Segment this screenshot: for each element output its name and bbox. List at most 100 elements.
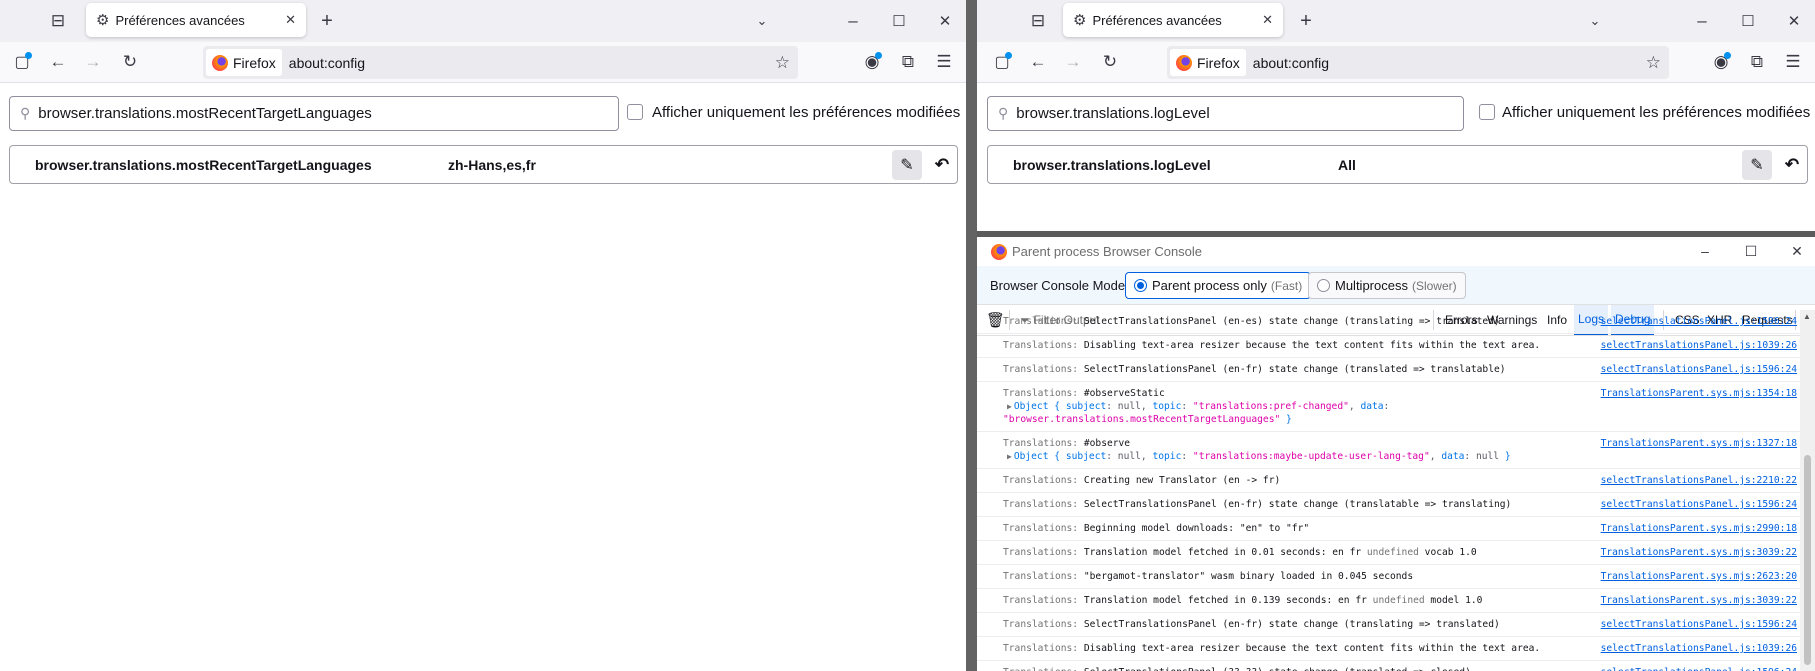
log-prefix: Translations: (1003, 364, 1079, 375)
log-row: Translations: SelectTranslationsPanel (e… (977, 310, 1800, 334)
bookmark-star-icon[interactable]: ☆ (1646, 53, 1661, 73)
log-source-link[interactable]: selectTranslationsPanel.js:2210:22 (1601, 474, 1797, 487)
object-token: , (1348, 401, 1361, 412)
log-source-link[interactable]: TranslationsParent.sys.mjs:1354:18 (1601, 387, 1797, 400)
tab-preferences[interactable]: ⚙ Préférences avancées ✕ (86, 3, 306, 37)
modified-only-label[interactable]: Afficher uniquement les préférences modi… (1502, 104, 1810, 121)
identity-chip[interactable]: Firefox (1170, 49, 1246, 76)
log-row: Translations: Translation model fetched … (977, 589, 1800, 613)
log-source-link[interactable]: selectTranslationsPanel.js:1039:26 (1601, 339, 1797, 352)
object-preview-line: "browser.translations.mostRecentTargetLa… (1003, 413, 1800, 426)
minimize-icon[interactable]: – (1693, 239, 1717, 263)
bookmark-star-icon[interactable]: ☆ (775, 53, 790, 73)
modified-only-label[interactable]: Afficher uniquement les préférences modi… (652, 104, 960, 121)
new-tab-icon[interactable]: + (315, 9, 339, 33)
tab-bar: ⊟ ⚙ Préférences avancées ✕ + ⌄ – ☐ ✕ (0, 0, 966, 42)
mode-parent-process-radio[interactable]: Parent process only (Fast) (1125, 272, 1312, 299)
log-source-link[interactable]: TranslationsParent.sys.mjs:2990:18 (1601, 522, 1797, 535)
maximize-icon[interactable]: ☐ (887, 9, 911, 33)
tab-tray-icon[interactable]: ⊟ (1026, 9, 1050, 33)
menu-icon[interactable]: ☰ (932, 50, 956, 74)
object-token: : null, (1106, 451, 1153, 462)
forward-icon: → (84, 52, 102, 71)
back-icon[interactable]: ← (46, 50, 70, 74)
log-source-link[interactable]: selectTranslationsPanel.js:1596:24 (1601, 618, 1797, 631)
log-scrollbar[interactable]: ▲ (1800, 310, 1815, 671)
modified-only-checkbox[interactable] (1479, 104, 1495, 120)
tab-tray-icon[interactable]: ⊟ (46, 9, 70, 33)
close-window-icon[interactable]: ✕ (1782, 9, 1806, 33)
tab-preferences[interactable]: ⚙ Préférences avancées ✕ (1063, 3, 1283, 37)
firefox-logo-icon (212, 54, 228, 71)
minimize-icon[interactable]: – (841, 9, 865, 33)
chevron-down-icon[interactable]: ⌄ (1583, 9, 1607, 33)
log-source-link[interactable]: TranslationsParent.sys.mjs:2623:20 (1601, 570, 1797, 583)
minimize-icon[interactable]: – (1690, 9, 1714, 33)
extensions-icon[interactable]: ⧉ (1745, 50, 1769, 74)
url-bar[interactable]: Firefox about:config ☆ (1167, 46, 1669, 79)
scrollbar-thumb[interactable] (1804, 455, 1811, 665)
account-icon[interactable]: ◉ (860, 50, 884, 74)
object-token: : (1181, 401, 1193, 412)
menu-icon[interactable]: ☰ (1781, 50, 1805, 74)
log-source-link[interactable]: TranslationsParent.sys.mjs:1327:18 (1601, 437, 1797, 450)
log-row: Translations: Disabling text-area resize… (977, 334, 1800, 358)
edit-pencil-icon[interactable]: ✎ (892, 150, 922, 180)
close-tab-icon[interactable]: ✕ (285, 12, 296, 28)
reset-undo-icon[interactable]: ↶ (927, 150, 957, 180)
log-source-link[interactable]: TranslationsParent.sys.mjs:3039:22 (1601, 546, 1797, 559)
url-text[interactable]: about:config (289, 55, 365, 71)
log-source-link[interactable]: selectTranslationsPanel.js:1039:26 (1601, 642, 1797, 655)
object-token: : (1181, 451, 1193, 462)
object-token: , (1429, 451, 1442, 462)
maximize-icon[interactable]: ☐ (1736, 9, 1760, 33)
log-row: Translations: SelectTranslationsPanel (e… (977, 613, 1800, 637)
log-message: SelectTranslationsPanel (??-??) state ch… (1084, 667, 1471, 671)
expand-object-icon[interactable]: ▶ (1007, 452, 1012, 461)
log-message: Disabling text-area resizer because the … (1083, 643, 1541, 654)
log-source-link[interactable]: selectTranslationsPanel.js:1596:24 (1601, 363, 1797, 376)
reload-icon[interactable]: ↻ (118, 50, 142, 74)
reset-undo-icon[interactable]: ↶ (1777, 150, 1807, 180)
chevron-down-icon[interactable]: ⌄ (750, 9, 774, 33)
extensions-icon[interactable]: ⧉ (896, 50, 920, 74)
gear-icon: ⚙ (1073, 12, 1087, 29)
reload-icon[interactable]: ↻ (1098, 50, 1122, 74)
log-source-link[interactable]: selectTranslationsPanel.js:1596:24 (1601, 666, 1797, 671)
log-prefix: Translations: (1003, 619, 1079, 630)
url-bar[interactable]: Firefox about:config ☆ (203, 46, 798, 79)
pref-search-input[interactable]: ⚲ browser.translations.logLevel (987, 96, 1464, 131)
pref-search-input[interactable]: ⚲ browser.translations.mostRecentTargetL… (9, 96, 619, 131)
log-row: Translations: "bergamot-translator" wasm… (977, 565, 1800, 589)
account-icon[interactable]: ◉ (1709, 50, 1733, 74)
expand-object-icon[interactable]: ▶ (1007, 402, 1012, 411)
close-tab-icon[interactable]: ✕ (1262, 12, 1273, 28)
log-message-part: undefined (1372, 595, 1425, 606)
log-source-link[interactable]: TranslationsParent.sys.mjs:3039:22 (1601, 594, 1797, 607)
maximize-icon[interactable]: ☐ (1739, 239, 1763, 263)
log-source-link[interactable]: selectTranslationsPanel.js:1596:24 (1601, 315, 1797, 328)
mode-multiprocess-radio[interactable]: Multiprocess (Slower) (1308, 272, 1466, 299)
sidebar-icon[interactable]: ▢ (990, 50, 1014, 74)
identity-label: Firefox (1197, 54, 1240, 71)
new-tab-icon[interactable]: + (1294, 9, 1318, 33)
log-source-link[interactable]: selectTranslationsPanel.js:1596:24 (1601, 498, 1797, 511)
modified-only-checkbox[interactable] (627, 104, 643, 120)
log-message: Creating new Translator (en -> fr) (1083, 475, 1281, 486)
log-row: Translations: #observe ▶ Object { subject:… (977, 432, 1800, 469)
back-icon[interactable]: ← (1026, 50, 1050, 74)
log-message-part: undefined (1366, 547, 1419, 558)
log-prefix: Translations: (1003, 643, 1079, 654)
scroll-up-icon[interactable]: ▲ (1803, 312, 1811, 321)
edit-pencil-icon[interactable]: ✎ (1742, 150, 1772, 180)
sidebar-icon[interactable]: ▢ (10, 50, 34, 74)
object-token: "browser.translations.mostRecentTargetLa… (1003, 414, 1281, 425)
pref-name: browser.translations.mostRecentTargetLan… (35, 157, 372, 173)
log-message: Disabling text-area resizer because the … (1083, 340, 1541, 351)
close-window-icon[interactable]: ✕ (933, 9, 957, 33)
log-message: SelectTranslationsPanel (en-fr) state ch… (1083, 619, 1500, 630)
close-window-icon[interactable]: ✕ (1785, 239, 1809, 263)
identity-chip[interactable]: Firefox (206, 49, 282, 76)
mode-multi-label: Multiprocess (1335, 278, 1408, 293)
url-text[interactable]: about:config (1253, 55, 1329, 71)
